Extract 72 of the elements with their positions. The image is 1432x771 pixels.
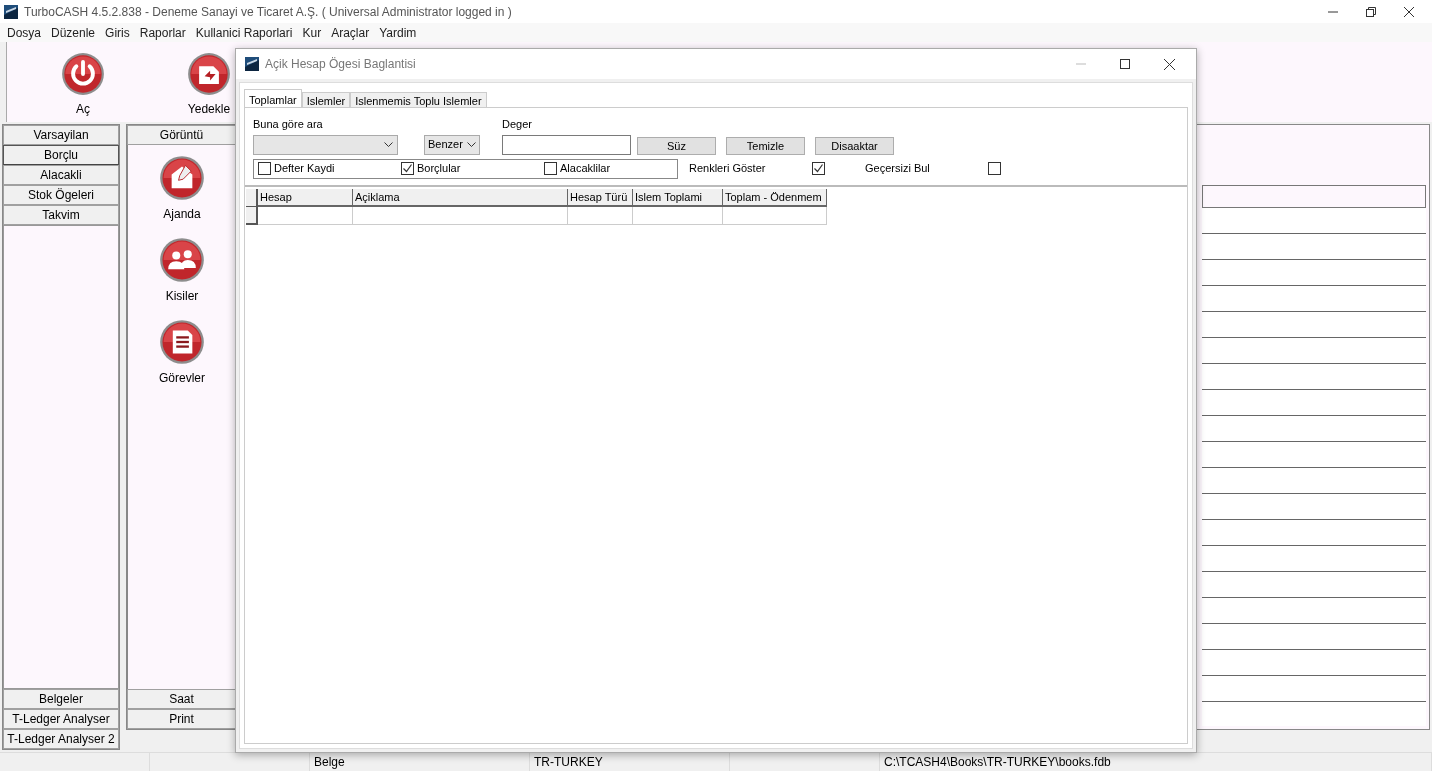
window-title: TurboCASH 4.5.2.838 - Deneme Sanayi ve Ticaret A.Ş. ( Universal Administrator logged in ) — [24, 3, 512, 21]
value-field[interactable] — [502, 134, 631, 155]
bar-tab[interactable]: Saat — [127, 689, 236, 709]
filter-checkbox[interactable] — [258, 162, 271, 175]
notes-icon[interactable] — [159, 155, 205, 201]
column-header[interactable]: Hesap Türü — [568, 188, 633, 207]
column-header[interactable]: Hesap — [258, 188, 353, 207]
bar-tab[interactable]: Alacakli — [3, 165, 119, 185]
toolbar-label: Yedekle — [187, 101, 231, 118]
filter-checkbox[interactable] — [544, 162, 557, 175]
bar-tab[interactable]: T-Ledger Analyser — [3, 709, 119, 729]
people-icon[interactable] — [159, 237, 205, 283]
bar-tab[interactable]: Takvim — [3, 205, 119, 225]
table-cell[interactable] — [353, 206, 568, 225]
document-icon[interactable] — [159, 319, 205, 365]
status-text: TR-TURKEY — [534, 754, 603, 771]
bar-tab[interactable]: Görüntü — [127, 125, 236, 145]
app-icon — [245, 57, 259, 71]
panel-item-label: Ajanda — [163, 206, 201, 223]
menu-item[interactable]: Düzenle — [46, 23, 101, 42]
option-checkbox[interactable] — [988, 162, 1001, 175]
close-icon[interactable] — [1404, 6, 1414, 17]
column-header[interactable]: Açiklama — [353, 188, 568, 207]
bar-tab[interactable]: T-Ledger Analyser 2 — [3, 729, 119, 749]
bar-tab[interactable]: Stok Ögeleri — [3, 185, 119, 205]
status-text: C:\TCASH4\Books\TR-TURKEY\books.fdb — [884, 754, 1111, 771]
restore-icon[interactable] — [1366, 6, 1376, 17]
menu-item[interactable]: Dosya — [2, 23, 46, 42]
chevron-down-icon — [384, 141, 393, 148]
corner-header — [246, 188, 258, 207]
app-icon — [4, 4, 18, 19]
table-cell[interactable] — [258, 206, 353, 225]
menu-item[interactable]: Giris — [100, 23, 135, 42]
table-cell[interactable] — [723, 206, 827, 225]
filter-label: Alacaklilar — [560, 161, 611, 177]
value-label: Deger — [502, 117, 533, 132]
option-label: Renkleri Göster — [689, 161, 767, 177]
column-header[interactable]: Toplam - Ödenmem — [723, 188, 827, 207]
panel-item-label: Kisiler — [165, 288, 199, 305]
panel-item-label: Görevler — [159, 370, 205, 387]
maximize-icon[interactable] — [1120, 59, 1130, 69]
bar-tab[interactable]: Varsayilan — [3, 125, 119, 145]
chevron-down-icon — [467, 141, 476, 148]
search-by-label: Buna göre ara — [253, 117, 324, 132]
menu-item[interactable]: Araçlar — [326, 23, 375, 42]
menu-item[interactable]: Raporlar — [134, 23, 191, 42]
dialog-title: Açik Hesap Ögesi Baglantisi — [265, 56, 416, 73]
filter-label: Borçlular — [417, 161, 461, 177]
toolbar-label: Aç — [76, 101, 90, 118]
action-button[interactable]: Süz — [637, 136, 716, 155]
bar-tab[interactable]: Belgeler — [3, 689, 119, 709]
filter-checkbox[interactable] — [401, 162, 414, 175]
filter-label: Defter Kaydi — [274, 161, 335, 177]
match-dropdown[interactable]: Benzer — [424, 134, 480, 155]
action-button[interactable]: Disaaktar — [815, 136, 894, 155]
close-icon[interactable] — [1164, 58, 1175, 70]
table-cell[interactable] — [568, 206, 633, 225]
table-cell[interactable] — [633, 206, 723, 225]
backup-icon[interactable] — [187, 52, 231, 96]
menu-item[interactable]: Yardim — [374, 23, 422, 42]
option-checkbox[interactable] — [812, 162, 825, 175]
action-button[interactable]: Temizle — [726, 136, 805, 155]
option-label: Geçersizi Bul — [865, 161, 931, 177]
column-header[interactable]: Islem Toplami — [633, 188, 723, 207]
dialog-tab[interactable]: Islemler — [301, 92, 351, 108]
bar-tab[interactable]: Borçlu — [3, 145, 119, 165]
bar-tab[interactable]: Print — [127, 709, 236, 729]
status-text: Belge — [314, 754, 345, 771]
menu-item[interactable]: Kur — [297, 23, 327, 42]
dialog-tab[interactable]: Islenmemis Toplu Islemler — [350, 92, 487, 108]
menu-item[interactable]: Kullanici Raporlari — [190, 23, 298, 42]
power-icon[interactable] — [61, 52, 105, 96]
